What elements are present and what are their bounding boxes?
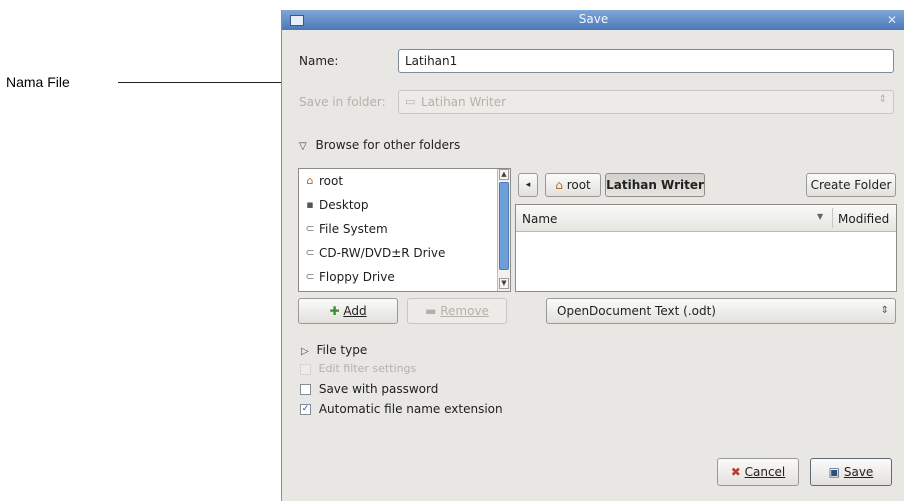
create-folder-label: Create Folder	[810, 178, 892, 192]
save-with-password-label: Save with password	[318, 382, 439, 396]
places-item-floppy[interactable]: ⊂ Floppy Drive	[299, 265, 510, 289]
path-segment-root[interactable]: ⌂ root	[545, 173, 601, 197]
file-type-label: File type	[316, 343, 368, 357]
save-in-folder-select: ▭ Latihan Writer ⇕	[398, 90, 894, 114]
add-icon: ✚	[329, 304, 340, 318]
file-type-filter-value: OpenDocument Text (.odt)	[557, 304, 716, 318]
scrollbar-thumb[interactable]	[499, 182, 509, 270]
name-label: Name:	[299, 54, 339, 68]
spin-arrows-icon: ⇕	[880, 305, 889, 316]
save-button[interactable]: ▣ Save	[810, 458, 892, 486]
file-list-header: Name ▼ Modified	[516, 205, 896, 232]
path-segment-label: Latihan Writer	[606, 178, 704, 192]
places-list[interactable]: ⌂ root ▪ Desktop ⊂ File System ⊂ CD-RW/D…	[298, 168, 511, 292]
remove-button: ▬ Remove	[407, 298, 507, 324]
scroll-up-icon[interactable]: ▲	[499, 169, 509, 180]
places-item-label: Floppy Drive	[319, 270, 395, 284]
save-with-password-option[interactable]: Save with password	[300, 382, 438, 396]
expander-closed-icon: ▷	[301, 346, 309, 357]
places-item-label: CD-RW/DVD±R Drive	[319, 246, 446, 260]
add-button-label: Add	[343, 304, 367, 318]
close-icon[interactable]: ✕	[885, 13, 899, 27]
remove-button-label: Remove	[440, 304, 489, 318]
browse-folders-expander[interactable]: ▽ Browse for other folders	[299, 138, 460, 152]
optical-drive-icon: ⊂	[305, 246, 315, 259]
places-item-file-system[interactable]: ⊂ File System	[299, 217, 510, 241]
places-item-label: File System	[319, 222, 388, 236]
add-button[interactable]: ✚ Add	[298, 298, 398, 324]
annotation-label: Nama File	[6, 74, 70, 90]
create-folder-button[interactable]: Create Folder	[806, 173, 896, 197]
sort-arrow-icon: ▼	[817, 212, 824, 221]
floppy-save-icon: ▣	[828, 465, 841, 479]
cancel-button[interactable]: ✖ Cancel	[717, 458, 799, 486]
places-scrollbar[interactable]: ▲ ▼	[497, 169, 510, 291]
edit-filter-settings-label: Edit filter settings	[318, 362, 417, 375]
auto-extension-option[interactable]: ✓ Automatic file name extension	[300, 402, 503, 416]
save-button-label: Save	[843, 465, 874, 479]
path-back-button[interactable]: ◂	[518, 173, 538, 197]
home-folder-icon: ⌂	[306, 174, 314, 187]
places-item-cd-drive[interactable]: ⊂ CD-RW/DVD±R Drive	[299, 241, 510, 265]
edit-filter-settings-option: Edit filter settings	[300, 362, 416, 375]
browse-folders-label: Browse for other folders	[315, 138, 461, 152]
places-item-label: Desktop	[319, 198, 369, 212]
auto-extension-checkbox[interactable]: ✓	[300, 404, 311, 415]
folder-icon: ▭	[405, 95, 416, 108]
title-bar[interactable]: Save ✕	[282, 10, 904, 30]
harddisk-icon: ⊂	[305, 222, 315, 235]
path-segment-latihan-writer[interactable]: Latihan Writer	[605, 173, 705, 197]
window-title: Save	[578, 12, 609, 26]
column-header-modified[interactable]: Modified	[838, 212, 889, 226]
home-folder-icon: ⌂	[555, 178, 563, 192]
file-type-expander[interactable]: ▷ File type	[301, 343, 367, 357]
column-header-name[interactable]: Name	[522, 212, 557, 226]
cancel-button-label: Cancel	[744, 465, 786, 479]
column-divider	[832, 208, 833, 228]
remove-icon: ▬	[425, 304, 437, 318]
file-list[interactable]: Name ▼ Modified	[515, 204, 897, 292]
chevron-left-icon: ◂	[525, 180, 531, 190]
save-in-folder-value: Latihan Writer	[421, 95, 507, 109]
spin-arrows-icon: ⇕	[878, 94, 887, 105]
places-item-label: root	[319, 174, 344, 188]
name-input-value: Latihan1	[405, 54, 458, 68]
floppy-icon: ⊂	[305, 270, 315, 283]
cancel-icon: ✖	[730, 465, 741, 479]
file-type-filter-select[interactable]: OpenDocument Text (.odt) ⇕	[546, 298, 896, 324]
name-input[interactable]: Latihan1	[398, 49, 894, 73]
places-item-root[interactable]: ⌂ root	[299, 169, 510, 193]
edit-filter-settings-checkbox	[300, 363, 311, 375]
places-item-desktop[interactable]: ▪ Desktop	[299, 193, 510, 217]
save-with-password-checkbox[interactable]	[300, 384, 311, 395]
scroll-down-icon[interactable]: ▼	[499, 278, 509, 289]
save-dialog: Save ✕ Name: Latihan1 Save in folder: ▭ …	[281, 10, 904, 501]
expander-open-icon: ▽	[299, 141, 307, 152]
auto-extension-label: Automatic file name extension	[318, 402, 503, 416]
path-segment-label: root	[566, 178, 591, 192]
save-in-folder-label: Save in folder:	[299, 95, 386, 109]
desktop-icon: ▪	[306, 198, 314, 211]
